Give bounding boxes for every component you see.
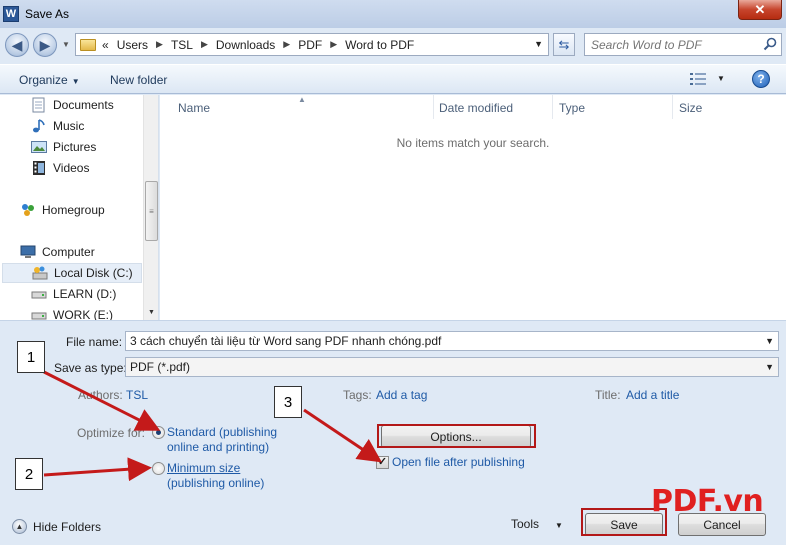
sort-ascending-icon: ▲ [298, 95, 306, 104]
open-after-publishing-label[interactable]: Open file after publishing [392, 455, 525, 469]
callout-1: 1 [17, 341, 45, 373]
column-divider[interactable] [433, 95, 434, 119]
address-bar[interactable]: « Users ▶ TSL ▶ Downloads ▶ PDF ▶ Word to PD… [75, 33, 549, 56]
nav-item-pictures[interactable]: Pictures [31, 139, 96, 155]
computer-icon [20, 244, 36, 260]
nav-item-documents[interactable]: Documents [31, 97, 114, 113]
nav-item-local-disk-c[interactable]: Local Disk (C:) [2, 263, 142, 283]
help-button[interactable]: ? [752, 70, 770, 88]
back-arrow-icon: ◀ [11, 36, 23, 53]
chevron-down-icon[interactable]: ▼ [765, 362, 774, 372]
search-input[interactable] [591, 37, 761, 52]
column-header-type[interactable]: Type [559, 101, 585, 115]
homegroup-icon [20, 202, 36, 218]
music-icon [31, 118, 47, 134]
save-as-dialog: W Save As ✕ ◀ ▶ ▼ « Users ▶ TSL ▶ Download… [0, 0, 786, 545]
word-app-icon: W [3, 6, 19, 22]
refresh-button[interactable]: ⇆ [553, 33, 575, 56]
breadcrumb-pdf[interactable]: PDF ▶ [298, 38, 337, 52]
caret-down-icon: ▼ [71, 77, 80, 86]
empty-folder-message: No items match your search. [396, 136, 550, 150]
authors-value[interactable]: TSL [126, 388, 148, 402]
nav-item-videos[interactable]: Videos [31, 160, 89, 176]
nav-item-music[interactable]: Music [31, 118, 84, 134]
search-icon[interactable] [763, 37, 777, 51]
nav-scrollbar[interactable]: ≡ ▼ [143, 95, 158, 320]
chevron-right-icon[interactable]: ▶ [330, 39, 337, 50]
address-dropdown-icon[interactable]: ▼ [534, 39, 543, 49]
breadcrumb-downloads[interactable]: Downloads ▶ [216, 38, 290, 52]
chevron-right-icon[interactable]: ▶ [283, 39, 290, 50]
optimize-for-label: Optimize for: [77, 426, 146, 440]
navigation-pane: Documents Music Pictures Videos Homegrou… [0, 95, 159, 320]
drive-icon [32, 265, 48, 281]
column-divider[interactable] [552, 95, 553, 119]
recent-locations-dropdown[interactable]: ▼ [62, 40, 70, 49]
optimize-minimum-radio[interactable] [152, 462, 165, 475]
breadcrumb-overflow[interactable]: « [102, 38, 109, 52]
optimize-standard-label[interactable]: Standard (publishing online and printing) [167, 425, 277, 455]
search-box[interactable] [584, 33, 782, 56]
nav-item-work-e[interactable]: WORK (E:) [31, 307, 113, 320]
drive-icon [31, 286, 47, 302]
chevron-right-icon[interactable]: ▶ [156, 39, 163, 50]
save-as-type-select[interactable]: PDF (*.pdf) ▼ [125, 357, 779, 377]
back-button[interactable]: ◀ [5, 33, 29, 57]
file-list[interactable]: ▲ Name Date modified Type Size No items … [160, 95, 786, 320]
organize-menu[interactable]: Organize ▼ [19, 73, 80, 87]
scroll-thumb[interactable]: ≡ [145, 181, 158, 241]
views-dropdown-icon[interactable]: ▼ [717, 74, 725, 83]
videos-icon [31, 160, 47, 176]
add-title-link[interactable]: Add a title [626, 388, 679, 402]
tools-menu[interactable]: Tools ▼ [511, 517, 563, 531]
chevron-down-icon[interactable]: ▼ [765, 336, 774, 346]
address-row: ◀ ▶ ▼ « Users ▶ TSL ▶ Downloads ▶ PDF ▶ Word… [0, 28, 786, 62]
optimize-standard-radio[interactable] [152, 426, 165, 439]
column-header-name[interactable]: Name [178, 101, 210, 115]
nav-item-homegroup[interactable]: Homegroup [20, 202, 105, 218]
title-bar: W Save As ✕ [0, 0, 786, 28]
title-label: Title: [595, 388, 621, 402]
hide-folders-button[interactable]: ▲ Hide Folders [12, 519, 101, 534]
window-title: Save As [25, 7, 70, 21]
callout-3: 3 [274, 386, 302, 418]
save-as-type-label: Save as type: [54, 361, 127, 375]
nav-item-learn-d[interactable]: LEARN (D:) [31, 286, 116, 302]
drive-icon [31, 307, 47, 320]
file-name-field[interactable]: 3 cách chuyển tài liệu từ Word sang PDF … [125, 331, 779, 351]
command-toolbar: Organize ▼ New folder ▼ ? [0, 64, 786, 94]
options-highlight-box [377, 424, 536, 448]
column-header-size[interactable]: Size [679, 101, 702, 115]
caret-down-icon: ▼ [555, 521, 563, 530]
pictures-icon [31, 139, 47, 155]
folder-icon [80, 38, 96, 51]
chevron-up-icon: ▲ [12, 519, 27, 534]
callout-2: 2 [15, 458, 43, 490]
documents-icon [31, 97, 47, 113]
tags-label: Tags: [343, 388, 372, 402]
add-tag-link[interactable]: Add a tag [376, 388, 427, 402]
breadcrumb-word-to-pdf[interactable]: Word to PDF [345, 38, 414, 52]
column-header-date-modified[interactable]: Date modified [439, 101, 513, 115]
scroll-down-arrow-icon[interactable]: ▼ [148, 309, 155, 316]
breadcrumb-tsl[interactable]: TSL ▶ [171, 38, 208, 52]
column-divider[interactable] [672, 95, 673, 119]
optimize-minimum-label[interactable]: Minimum size (publishing online) [167, 461, 264, 491]
forward-arrow-icon: ▶ [39, 36, 51, 53]
open-after-publishing-checkbox[interactable]: ✓ [376, 456, 389, 469]
nav-item-computer[interactable]: Computer [20, 244, 95, 260]
breadcrumb-users[interactable]: Users ▶ [117, 38, 163, 52]
close-button[interactable]: ✕ [738, 0, 782, 20]
forward-button[interactable]: ▶ [33, 33, 57, 57]
chevron-right-icon[interactable]: ▶ [201, 39, 208, 50]
view-list-icon[interactable] [690, 72, 706, 86]
authors-label: Authors: [78, 388, 123, 402]
file-name-label: File name: [66, 335, 123, 349]
refresh-icon: ⇆ [558, 36, 570, 52]
new-folder-button[interactable]: New folder [110, 73, 167, 87]
grip-icon: ≡ [149, 206, 154, 216]
pdf-vn-watermark: PDF.vn [651, 484, 764, 519]
